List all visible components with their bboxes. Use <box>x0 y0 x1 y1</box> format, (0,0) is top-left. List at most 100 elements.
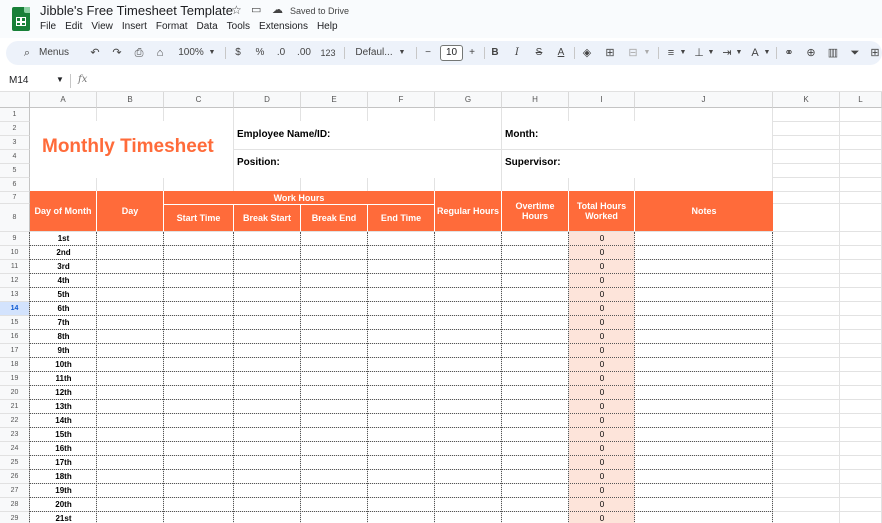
star-icon[interactable]: ☆ <box>231 3 242 17</box>
day-of-month-cell[interactable]: 4th <box>30 274 97 288</box>
sheets-logo-icon[interactable] <box>12 7 30 31</box>
total-hours-cell[interactable]: 0 <box>569 232 635 246</box>
merge-cells-icon[interactable]: ⊟ <box>626 41 640 65</box>
day-of-month-cell[interactable]: 21st <box>30 512 97 523</box>
row-header-28[interactable]: 28 <box>0 498 30 512</box>
row-header-12[interactable]: 12 <box>0 274 30 288</box>
row-header-8[interactable]: 8 <box>0 204 30 232</box>
day-of-month-cell[interactable]: 1st <box>30 232 97 246</box>
decrease-font-size-icon[interactable]: − <box>422 41 434 65</box>
total-hours-cell[interactable]: 0 <box>569 386 635 400</box>
total-hours-cell[interactable]: 0 <box>569 358 635 372</box>
number-format-button[interactable]: 123 <box>320 41 336 65</box>
total-hours-cell[interactable]: 0 <box>569 246 635 260</box>
document-title[interactable]: Jibble's Free Timesheet Template <box>40 3 233 18</box>
chevron-down-icon[interactable]: ▼ <box>706 41 716 65</box>
total-hours-cell[interactable]: 0 <box>569 344 635 358</box>
percent-format-button[interactable]: % <box>254 41 266 65</box>
row-header-23[interactable]: 23 <box>0 428 30 442</box>
row-header-7[interactable]: 7 <box>0 192 30 204</box>
day-of-month-cell[interactable]: 14th <box>30 414 97 428</box>
menus-search-button[interactable]: Menus <box>34 41 74 65</box>
total-hours-cell[interactable]: 0 <box>569 288 635 302</box>
currency-format-button[interactable]: $ <box>232 41 244 65</box>
filter-icon[interactable]: ⏷ <box>848 41 862 65</box>
font-select[interactable]: Defaul... <box>351 41 397 65</box>
chevron-down-icon[interactable]: ▼ <box>762 41 772 65</box>
day-of-month-cell[interactable]: 2nd <box>30 246 97 260</box>
row-header-10[interactable]: 10 <box>0 246 30 260</box>
total-hours-cell[interactable]: 0 <box>569 302 635 316</box>
menu-file[interactable]: File <box>40 21 61 32</box>
menu-data[interactable]: Data <box>197 21 223 32</box>
day-of-month-cell[interactable]: 16th <box>30 442 97 456</box>
insert-chart-icon[interactable]: ▥ <box>826 41 840 65</box>
menu-tools[interactable]: Tools <box>227 21 255 32</box>
day-of-month-cell[interactable]: 9th <box>30 344 97 358</box>
row-header-25[interactable]: 25 <box>0 456 30 470</box>
day-of-month-cell[interactable]: 5th <box>30 288 97 302</box>
day-of-month-cell[interactable]: 3rd <box>30 260 97 274</box>
day-of-month-cell[interactable]: 13th <box>30 400 97 414</box>
row-header-29[interactable]: 29 <box>0 512 30 523</box>
insert-comment-icon[interactable]: ⊕ <box>804 41 818 65</box>
font-size-input[interactable]: 10 <box>440 45 463 61</box>
day-of-month-cell[interactable]: 20th <box>30 498 97 512</box>
total-hours-cell[interactable]: 0 <box>569 470 635 484</box>
undo-icon[interactable]: ↶ <box>88 41 102 65</box>
total-hours-cell[interactable]: 0 <box>569 274 635 288</box>
total-hours-cell[interactable]: 0 <box>569 484 635 498</box>
chevron-down-icon[interactable]: ▼ <box>207 41 217 65</box>
decrease-decimal-button[interactable]: .0 <box>274 41 288 65</box>
menu-help[interactable]: Help <box>317 21 343 32</box>
day-of-month-cell[interactable]: 17th <box>30 456 97 470</box>
column-header-e[interactable]: E <box>301 92 368 108</box>
print-icon[interactable]: ⎙ <box>132 41 146 65</box>
row-header-9[interactable]: 9 <box>0 232 30 246</box>
total-hours-cell[interactable]: 0 <box>569 260 635 274</box>
column-header-b[interactable]: B <box>97 92 164 108</box>
chevron-down-icon[interactable]: ▼ <box>642 41 652 65</box>
row-header-18[interactable]: 18 <box>0 358 30 372</box>
row-header-13[interactable]: 13 <box>0 288 30 302</box>
row-header-26[interactable]: 26 <box>0 470 30 484</box>
total-hours-cell[interactable]: 0 <box>569 372 635 386</box>
search-icon[interactable]: ⌕ <box>20 41 34 65</box>
total-hours-cell[interactable]: 0 <box>569 428 635 442</box>
total-hours-cell[interactable]: 0 <box>569 400 635 414</box>
row-header-27[interactable]: 27 <box>0 484 30 498</box>
row-header-1[interactable]: 1 <box>0 108 30 122</box>
day-of-month-cell[interactable]: 10th <box>30 358 97 372</box>
column-header-k[interactable]: K <box>773 92 840 108</box>
total-hours-cell[interactable]: 0 <box>569 316 635 330</box>
day-of-month-cell[interactable]: 15th <box>30 428 97 442</box>
row-header-22[interactable]: 22 <box>0 414 30 428</box>
chevron-down-icon[interactable]: ▼ <box>678 41 688 65</box>
text-color-button[interactable]: A <box>554 41 568 65</box>
day-of-month-cell[interactable]: 8th <box>30 330 97 344</box>
column-header-g[interactable]: G <box>435 92 502 108</box>
total-hours-cell[interactable]: 0 <box>569 498 635 512</box>
borders-icon[interactable]: ⊞ <box>603 41 617 65</box>
chevron-down-icon[interactable]: ▼ <box>56 75 64 84</box>
row-header-20[interactable]: 20 <box>0 386 30 400</box>
row-header-2[interactable]: 2 <box>0 122 30 136</box>
row-header-3[interactable]: 3 <box>0 136 30 150</box>
column-header-i[interactable]: I <box>569 92 635 108</box>
row-header-16[interactable]: 16 <box>0 330 30 344</box>
chevron-down-icon[interactable]: ▼ <box>734 41 744 65</box>
menu-edit[interactable]: Edit <box>65 21 87 32</box>
text-wrap-icon[interactable]: ⇥ <box>720 41 734 65</box>
column-header-j[interactable]: J <box>635 92 773 108</box>
row-header-5[interactable]: 5 <box>0 164 30 178</box>
menu-view[interactable]: View <box>91 21 118 32</box>
column-header-d[interactable]: D <box>234 92 301 108</box>
bold-button[interactable]: B <box>488 41 502 65</box>
row-header-6[interactable]: 6 <box>0 178 30 192</box>
day-of-month-cell[interactable]: 19th <box>30 484 97 498</box>
vertical-align-icon[interactable]: ⊥ <box>692 41 706 65</box>
zoom-select[interactable]: 100% <box>176 41 206 65</box>
total-hours-cell[interactable]: 0 <box>569 512 635 523</box>
total-hours-cell[interactable]: 0 <box>569 456 635 470</box>
day-of-month-cell[interactable]: 11th <box>30 372 97 386</box>
